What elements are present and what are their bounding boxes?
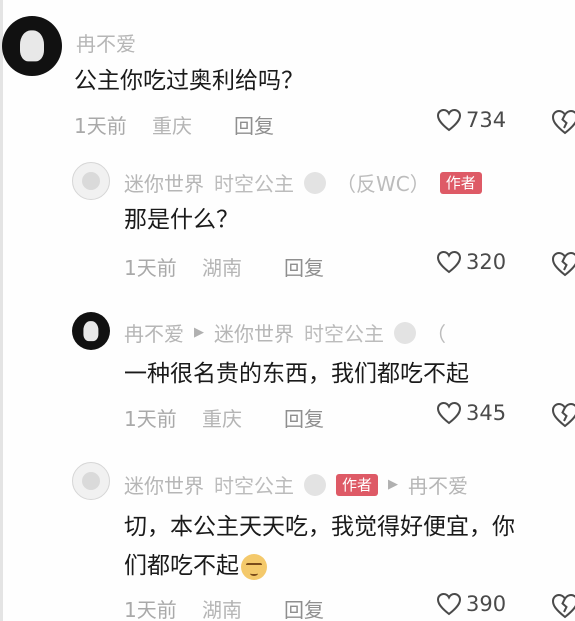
comment-meta: 1天前 重庆 回复: [124, 403, 324, 432]
comment-header: 冉不爱 ▶ 迷你世界 时空公主 （: [124, 318, 446, 347]
dislike-button[interactable]: [550, 108, 575, 136]
user-tag: 时空公主: [304, 322, 384, 346]
like-count: 390: [466, 592, 507, 616]
comment-text-line-2-content: 们都吃不起: [124, 553, 239, 579]
broken-heart-icon: [551, 402, 575, 428]
user-tag: 时空公主: [214, 172, 294, 196]
avatar-figure-icon: [82, 472, 100, 490]
reply-to-username[interactable]: 迷你世界: [214, 318, 294, 347]
like-button[interactable]: 390: [436, 592, 506, 616]
location: 湖南: [202, 256, 242, 280]
reply-button[interactable]: 回复: [284, 594, 324, 621]
like-button[interactable]: 320: [436, 250, 506, 274]
username[interactable]: 冉不爱: [76, 28, 136, 57]
location: 重庆: [202, 407, 242, 431]
broken-heart-icon: [551, 251, 575, 277]
heart-outline-icon: [436, 401, 462, 425]
user-suffix: （: [426, 322, 446, 346]
comment-meta: 1天前 重庆 回复: [74, 110, 274, 139]
user-tag: 时空公主: [214, 474, 294, 498]
like-count: 345: [466, 401, 507, 425]
avatar[interactable]: [72, 462, 110, 500]
comment-text: 那是什么？: [124, 207, 239, 233]
left-edge: [0, 0, 3, 621]
broken-heart-icon: [551, 109, 575, 135]
comment-header: 冉不爱: [76, 28, 136, 57]
author-badge: 作者: [439, 171, 482, 194]
dislike-button[interactable]: [550, 401, 575, 429]
heart-outline-icon: [436, 108, 462, 132]
like-count: 320: [466, 250, 507, 274]
reply-arrow-icon: ▶: [388, 477, 399, 492]
dislike-button[interactable]: [550, 250, 575, 278]
reply-to-username[interactable]: 冉不爱: [408, 470, 468, 499]
dislike-button[interactable]: [550, 592, 575, 620]
comment-meta: 1天前 湖南 回复: [124, 252, 324, 281]
author-badge: 作者: [336, 473, 379, 496]
timestamp: 1天前: [124, 407, 177, 431]
username[interactable]: 冉不爱: [124, 318, 184, 347]
avatar[interactable]: [72, 312, 110, 350]
location: 重庆: [152, 114, 192, 138]
tag-emoji-icon: [394, 321, 416, 344]
username[interactable]: 迷你世界: [124, 470, 204, 499]
avatar[interactable]: [2, 16, 62, 76]
broken-heart-icon: [551, 593, 575, 619]
comment-header: 迷你世界 时空公主 作者 ▶ 冉不爱: [124, 470, 468, 499]
comments-screen: 冉不爱 公主你吃过奥利给吗？ 1天前 重庆 回复 734 迷你世界 时空公主 （…: [0, 0, 575, 621]
tag-emoji-icon: [304, 473, 326, 496]
location: 湖南: [202, 598, 242, 621]
timestamp: 1天前: [124, 598, 177, 621]
heart-outline-icon: [436, 250, 462, 274]
like-count: 734: [466, 108, 507, 132]
avatar[interactable]: [72, 162, 110, 200]
avatar-figure-icon: [83, 321, 99, 341]
reply-button[interactable]: 回复: [284, 252, 324, 281]
timestamp: 1天前: [124, 256, 177, 280]
user-suffix: （反WC）: [336, 172, 430, 196]
avatar-figure-icon: [20, 30, 44, 62]
reply-button[interactable]: 回复: [284, 403, 324, 432]
comment-text: 一种很名贵的东西，我们都吃不起: [124, 361, 469, 387]
tag-emoji-icon: [304, 171, 326, 194]
username[interactable]: 迷你世界: [124, 168, 204, 197]
comment-header: 迷你世界 时空公主 （反WC） 作者: [124, 168, 482, 197]
comment-text: 公主你吃过奥利给吗？: [74, 68, 304, 94]
comment-text-line-2: 们都吃不起: [124, 547, 267, 585]
smirk-emoji-icon: [241, 553, 267, 580]
timestamp: 1天前: [74, 114, 127, 138]
comment-meta: 1天前 湖南 回复: [124, 594, 324, 621]
avatar-figure-icon: [82, 172, 100, 190]
reply-arrow-icon: ▶: [194, 325, 204, 340]
reply-button[interactable]: 回复: [234, 110, 274, 139]
like-button[interactable]: 734: [436, 108, 506, 132]
comment-text-line-1: 切，本公主天天吃，我觉得好便宜，你: [124, 514, 515, 540]
heart-outline-icon: [436, 592, 462, 616]
like-button[interactable]: 345: [436, 401, 506, 425]
